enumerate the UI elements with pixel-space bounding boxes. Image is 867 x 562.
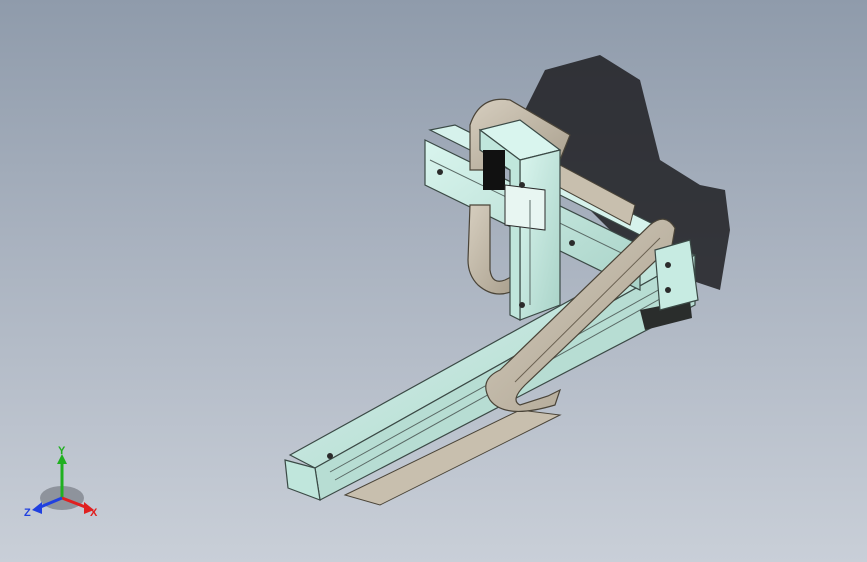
coordinate-triad: Y X Z: [24, 446, 98, 519]
gantry-model-view[interactable]: [0, 0, 867, 562]
z-axis-label: Z: [24, 507, 31, 519]
rail-end-block: [654, 239, 699, 311]
cad-viewport[interactable]: Y X Z: [0, 0, 867, 562]
x-axis-label: X: [90, 507, 98, 519]
y-axis-label: Y: [58, 446, 66, 457]
z-arrow-head: [32, 502, 42, 514]
